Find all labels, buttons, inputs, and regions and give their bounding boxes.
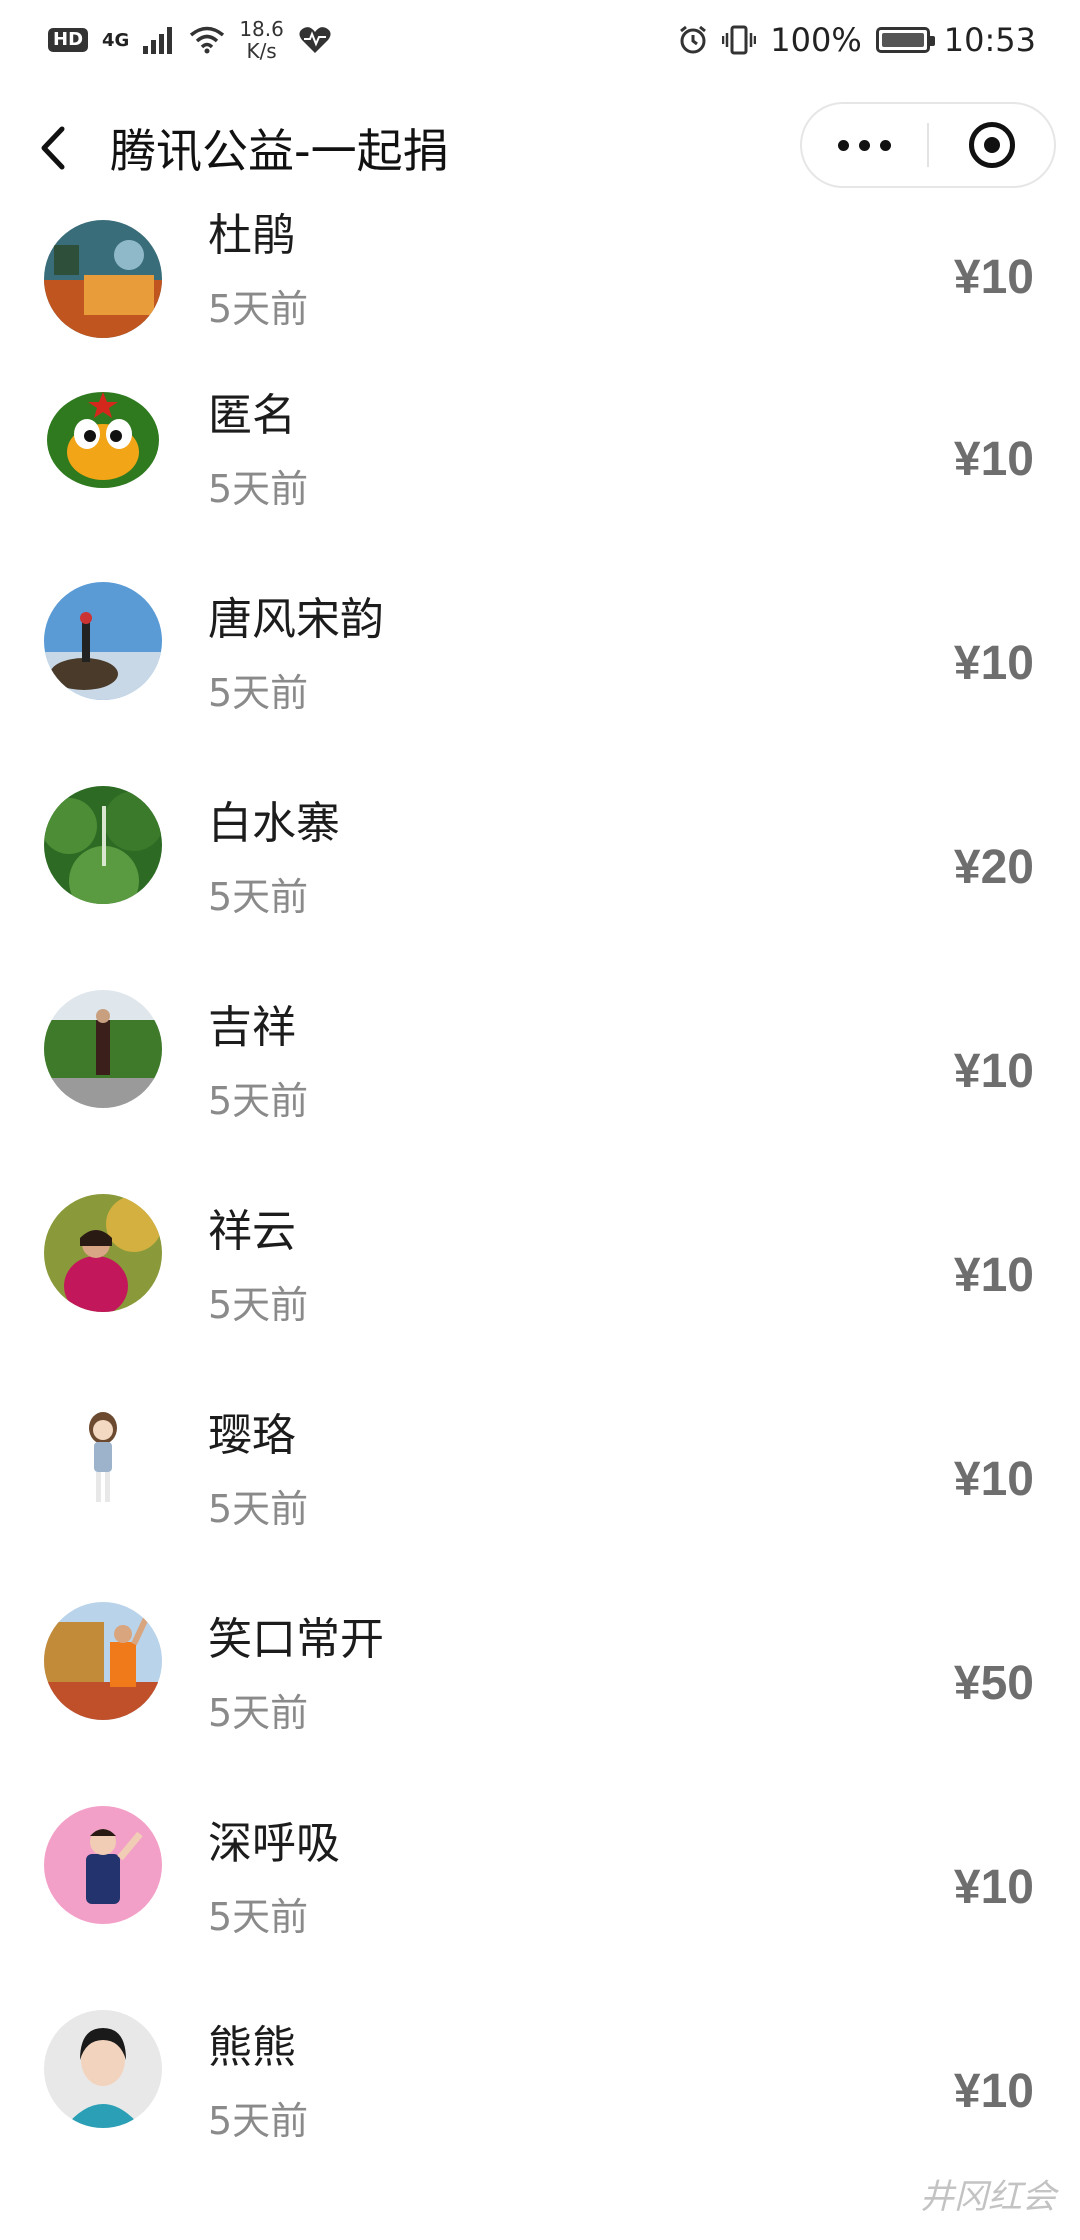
donor-amount: ¥10 (953, 637, 1034, 690)
avatar (44, 786, 162, 904)
donor-text: 吉祥 5天前 (208, 1000, 308, 1126)
donor-name: 祥云 (208, 1206, 296, 1257)
donor-text: 白水寨 5天前 (208, 796, 340, 922)
donor-name: 白水寨 (208, 798, 340, 849)
donor-row[interactable]: 深呼吸 5天前 ¥10 (0, 1788, 1080, 1992)
hd-badge: HD (48, 28, 89, 52)
avatar (44, 1602, 162, 1720)
mini-program-capsule (800, 102, 1056, 188)
status-bar-left: HD 4G 18.6 K/s (48, 18, 332, 62)
donor-time: 5天前 (208, 1079, 309, 1123)
donor-row[interactable]: 唐风宋韵 5天前 ¥10 (0, 564, 1080, 768)
donor-row[interactable]: 杜鹃 5天前 ¥10 (0, 208, 1080, 360)
donor-amount: ¥10 (953, 433, 1034, 486)
watermark: 井冈红会 (920, 2177, 1056, 2217)
donor-name: 熊熊 (208, 2022, 296, 2073)
donor-time: 5天前 (208, 671, 309, 715)
speed-unit: K/s (246, 39, 277, 63)
avatar (44, 220, 162, 338)
donor-row[interactable]: 白水寨 5天前 ¥20 (0, 768, 1080, 972)
donor-text: 笑口常开 5天前 (208, 1612, 384, 1738)
donor-amount: ¥10 (953, 1249, 1034, 1302)
donor-text: 匿名 5天前 (208, 388, 308, 514)
avatar (44, 1398, 162, 1516)
donor-amount: ¥10 (953, 251, 1034, 304)
donor-amount: ¥10 (953, 1045, 1034, 1098)
speed-value: 18.6 (239, 17, 284, 41)
vibrate-icon (722, 25, 757, 55)
close-mini-program-button[interactable] (929, 104, 1054, 186)
more-dots-icon (838, 139, 891, 151)
donor-text: 杜鹃 5天前 (208, 208, 308, 334)
avatar (44, 990, 162, 1108)
donor-amount: ¥10 (953, 1453, 1034, 1506)
target-circle-icon (968, 122, 1015, 168)
donor-time: 5天前 (208, 287, 309, 331)
donor-name: 深呼吸 (208, 1818, 340, 1869)
donor-amount: ¥50 (953, 1657, 1034, 1710)
donor-text: 祥云 5天前 (208, 1204, 308, 1330)
donor-amount: ¥10 (953, 2065, 1034, 2118)
donor-row[interactable]: 祥云 5天前 ¥10 (0, 1176, 1080, 1380)
avatar (44, 1194, 162, 1312)
donor-time: 5天前 (208, 1895, 309, 1939)
signal-icon (143, 27, 173, 54)
network-type: 4G (102, 29, 130, 51)
donor-time: 5天前 (208, 2099, 309, 2143)
donor-text: 熊熊 5天前 (208, 2020, 308, 2146)
nav-bar: 腾讯公益-一起捐 (0, 88, 1080, 208)
donor-row[interactable]: 笑口常开 5天前 ¥50 (0, 1584, 1080, 1788)
donor-name: 匿名 (208, 390, 296, 441)
donor-name: 璎珞 (208, 1410, 296, 1461)
donor-text: 璎珞 5天前 (208, 1408, 308, 1534)
donor-row[interactable]: 璎珞 5天前 ¥10 (0, 1380, 1080, 1584)
avatar (44, 378, 162, 496)
donor-time: 5天前 (208, 875, 309, 919)
back-button[interactable] (4, 98, 104, 198)
battery-icon (875, 27, 935, 53)
donor-time: 5天前 (208, 1487, 309, 1531)
donor-name: 杜鹃 (208, 210, 296, 261)
donor-name: 吉祥 (208, 1002, 296, 1053)
status-bar-right: 100% 10:53 (678, 21, 1036, 59)
donor-time: 5天前 (208, 1283, 309, 1327)
page-title: 腾讯公益-一起捐 (110, 124, 449, 178)
donor-list: 杜鹃 5天前 ¥10 匿名 5天前 ¥10 唐风宋韵 5天前 ¥10 白水寨 5… (0, 208, 1080, 2196)
alarm-icon (680, 25, 707, 54)
clock: 10:53 (943, 21, 1036, 59)
donor-time: 5天前 (208, 467, 309, 511)
donor-row[interactable]: 熊熊 5天前 ¥10 (0, 1992, 1080, 2196)
donor-amount: ¥20 (953, 841, 1034, 894)
donor-time: 5天前 (208, 1691, 309, 1735)
chevron-left-icon (41, 126, 65, 170)
network-speed: 18.6 K/s (239, 18, 284, 62)
donor-row[interactable]: 吉祥 5天前 ¥10 (0, 972, 1080, 1176)
donor-row[interactable]: 匿名 5天前 ¥10 (0, 360, 1080, 564)
avatar (44, 582, 162, 700)
status-bar: HD 4G 18.6 K/s 100% 10:53 (0, 0, 1080, 80)
avatar (44, 1806, 162, 1924)
avatar (44, 2010, 162, 2128)
donor-text: 深呼吸 5天前 (208, 1816, 340, 1942)
health-heart-icon (299, 27, 331, 53)
donor-text: 唐风宋韵 5天前 (208, 592, 384, 718)
donor-name: 笑口常开 (208, 1614, 384, 1665)
donor-amount: ¥10 (953, 1861, 1034, 1914)
more-button[interactable] (802, 104, 927, 186)
donor-name: 唐风宋韵 (208, 594, 384, 645)
battery-percent: 100% (770, 21, 862, 59)
wifi-icon (190, 26, 225, 54)
